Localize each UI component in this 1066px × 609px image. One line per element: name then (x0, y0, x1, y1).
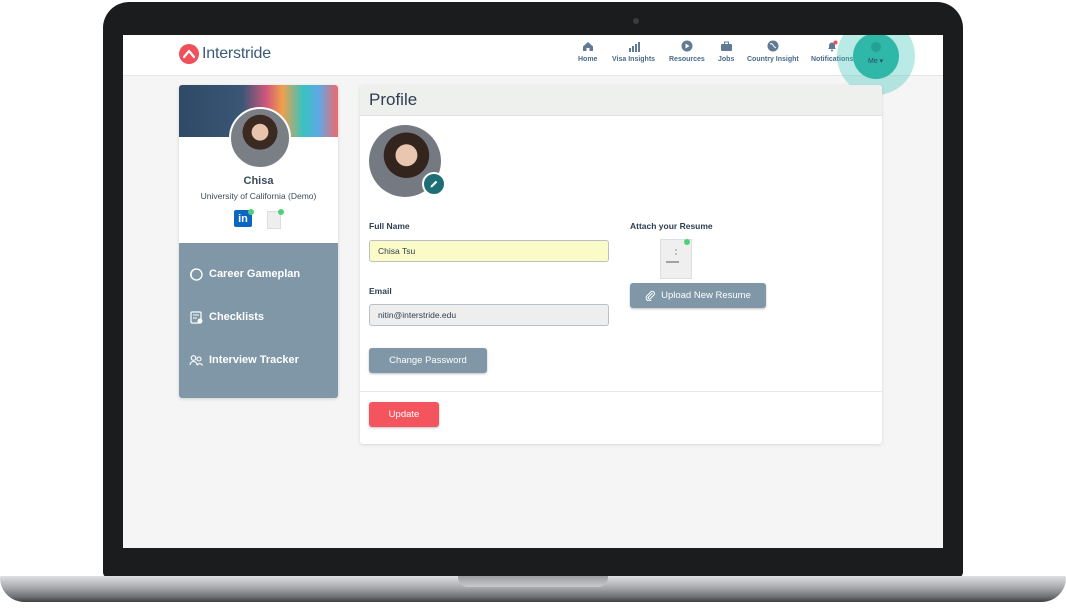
logo-text: Interstride (202, 45, 271, 62)
document-icon (666, 249, 679, 263)
divider (360, 391, 882, 392)
checklist-icon (189, 310, 203, 324)
sidebar-item-label: Career Gameplan (209, 268, 301, 280)
page-title: Profile (369, 90, 418, 109)
nav-country-insight[interactable]: Country Insight (747, 39, 799, 71)
sidebar-item-checklists[interactable]: Checklists (189, 308, 264, 326)
email-field[interactable]: nitin@interstride.edu (369, 304, 609, 326)
sidebar-item-interview-tracker[interactable]: Interview Tracker (189, 351, 299, 369)
laptop-notch (458, 576, 608, 587)
gameplan-icon (189, 267, 203, 281)
user-name: Chisa (243, 175, 274, 187)
upload-resume-label: Upload New Resume (661, 290, 751, 301)
resume-thumbnail[interactable] (660, 239, 692, 279)
update-button[interactable]: Update (369, 402, 439, 427)
nav-label-country-insight: Country Insight (747, 56, 799, 63)
profile-card: Chisa University of California (Demo) in… (179, 85, 338, 398)
home-icon (581, 40, 595, 52)
full-name-label: Full Name (369, 221, 410, 231)
sidebar-menu: Career Gameplan Checklists Interview Tra… (179, 243, 338, 398)
top-navbar: Interstride Home Visa Insights Resources… (123, 35, 943, 95)
profile-panel: Profile Full Name Chisa Tsu Email nitin@… (360, 85, 882, 444)
email-label: Email (369, 286, 392, 296)
nav-jobs[interactable]: Jobs (718, 39, 734, 71)
panel-header: Profile (360, 85, 882, 116)
user-school: University of California (Demo) (200, 191, 317, 201)
people-icon (189, 353, 203, 367)
paperclip-icon (645, 290, 656, 301)
briefcase-icon (719, 40, 733, 52)
pencil-icon (430, 180, 438, 188)
user-icon (871, 42, 881, 52)
avatar (229, 107, 291, 169)
edit-photo-button[interactable] (422, 172, 446, 196)
nav-home[interactable]: Home (578, 39, 597, 71)
sidebar-item-label: Interview Tracker (209, 354, 299, 366)
resume-label: Attach your Resume (630, 221, 713, 231)
sidebar-item-career-gameplan[interactable]: Career Gameplan (189, 265, 300, 283)
sidebar-item-label: Checklists (209, 311, 265, 323)
nav-visa-insights[interactable]: Visa Insights (612, 39, 655, 71)
screen: Interstride Home Visa Insights Resources… (123, 35, 943, 548)
change-password-button[interactable]: Change Password (369, 348, 487, 373)
nav-label-visa-insights: Visa Insights (612, 56, 656, 63)
logo-icon (179, 44, 199, 64)
bar-chart-icon (627, 40, 641, 52)
nav-label-resources: Resources (669, 56, 705, 63)
nav-resources[interactable]: Resources (669, 39, 705, 71)
resume-attached-dot (684, 239, 690, 245)
me-label[interactable]: Me ▾ (868, 57, 883, 65)
camera (633, 18, 639, 24)
play-icon (680, 40, 694, 52)
linkedin-status-dot (248, 209, 254, 215)
nav-label-jobs: Jobs (718, 56, 735, 63)
logo[interactable]: Interstride (179, 43, 271, 65)
globe-icon (766, 40, 780, 52)
resume-status-dot (278, 209, 284, 215)
upload-resume-button[interactable]: Upload New Resume (630, 283, 766, 308)
nav-label-home: Home (578, 56, 598, 63)
full-name-field[interactable]: Chisa Tsu (369, 240, 609, 262)
